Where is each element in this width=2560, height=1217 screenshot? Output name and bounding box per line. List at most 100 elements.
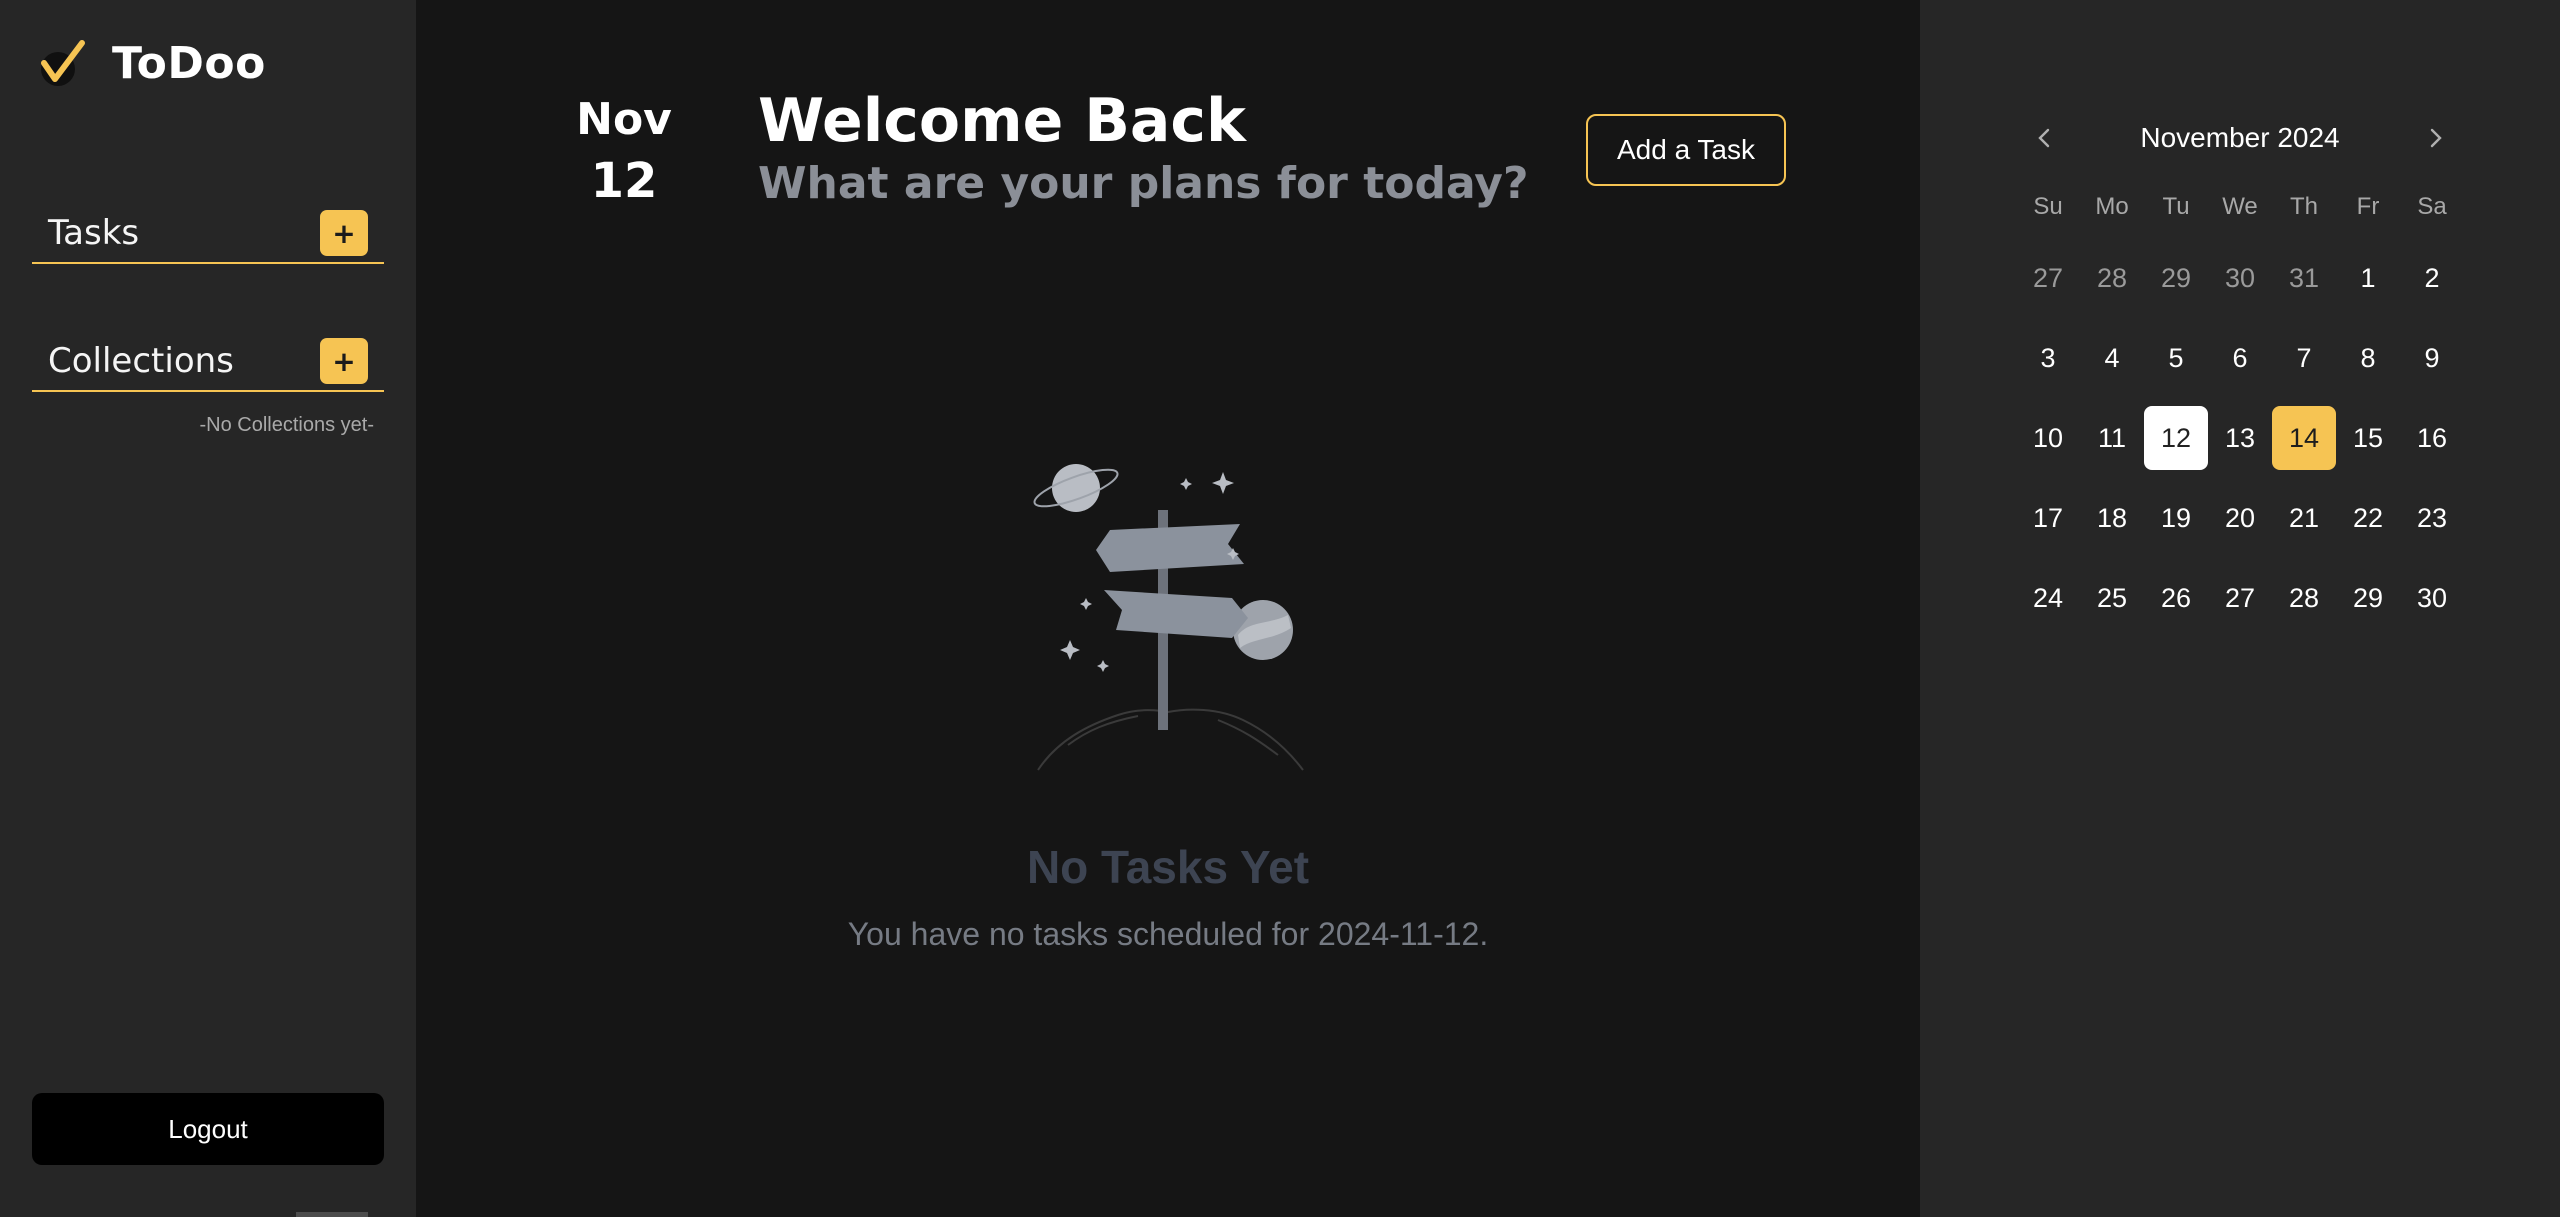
calendar-day-label: 17: [2032, 502, 2064, 533]
calendar-day-label: 10: [2032, 422, 2064, 453]
calendar-panel: November 2024 Su Mo Tu We Th Fr Sa 27 28 29 30 31 1 2…: [1920, 0, 2560, 1217]
calendar-day-label: 30: [2224, 262, 2256, 293]
calendar-day-label: 21: [2288, 502, 2320, 533]
welcome-header: Welcome Back What are your plans for tod…: [758, 86, 1529, 212]
add-collection-plus-button[interactable]: +: [320, 338, 368, 384]
calendar-day-label: 28: [2096, 262, 2128, 293]
weekday-header: We: [2222, 193, 2258, 220]
calendar-day-label: 8: [2360, 342, 2376, 373]
calendar-day[interactable]: 6: [2208, 318, 2272, 398]
calendar-day[interactable]: 30: [2400, 558, 2464, 638]
calendar-day-label: 2: [2424, 262, 2440, 293]
calendar-day[interactable]: 28: [2080, 238, 2144, 318]
welcome-title: Welcome Back: [758, 86, 1246, 156]
main-content: Nov 12 Welcome Back What are your plans …: [416, 0, 1920, 1217]
calendar-day[interactable]: 16: [2400, 398, 2464, 478]
weekday-header: Su: [2033, 193, 2063, 220]
calendar-day[interactable]: 8: [2336, 318, 2400, 398]
calendar-day[interactable]: 5: [2144, 318, 2208, 398]
calendar-day[interactable]: 29: [2144, 238, 2208, 318]
calendar-day[interactable]: 13: [2208, 398, 2272, 478]
calendar-day-label: 20: [2224, 502, 2256, 533]
calendar-day-label: 29: [2352, 582, 2384, 613]
current-date: Nov 12: [566, 90, 682, 212]
calendar-day[interactable]: 30: [2208, 238, 2272, 318]
date-month: Nov: [576, 94, 672, 145]
calendar-day-label: 19: [2160, 502, 2192, 533]
calendar-day-label: 28: [2288, 582, 2320, 613]
logout-button[interactable]: Logout: [32, 1093, 384, 1165]
calendar-day-label: 9: [2424, 342, 2440, 373]
calendar-day[interactable]: 26: [2144, 558, 2208, 638]
calendar-day-label: 18: [2096, 502, 2128, 533]
calendar-day[interactable]: 19: [2144, 478, 2208, 558]
calendar-day[interactable]: 21: [2272, 478, 2336, 558]
weekday-header: Fr: [2356, 193, 2380, 220]
calendar-day[interactable]: 27: [2016, 238, 2080, 318]
signpost-space-illustration: [1033, 464, 1304, 771]
calendar-day[interactable]: 29: [2336, 558, 2400, 638]
calendar-day[interactable]: 24: [2016, 558, 2080, 638]
calendar-day[interactable]: 1: [2336, 238, 2400, 318]
weekday-header: Tu: [2162, 193, 2190, 220]
calendar-day-today[interactable]: 12: [2144, 398, 2208, 478]
calendar-day[interactable]: 22: [2336, 478, 2400, 558]
calendar-day[interactable]: 23: [2400, 478, 2464, 558]
empty-state-title: No Tasks Yet: [1026, 841, 1310, 893]
calendar-day[interactable]: 9: [2400, 318, 2464, 398]
calendar-day-label: 5: [2168, 342, 2184, 373]
tasks-section[interactable]: Tasks +: [32, 204, 384, 264]
empty-state: No Tasks Yet You have no tasks scheduled…: [416, 440, 1920, 953]
calendar-day[interactable]: 3: [2016, 318, 2080, 398]
scrollbar-thumb[interactable]: [296, 1212, 368, 1217]
calendar-day-label: 12: [2144, 406, 2208, 470]
calendar-day-label: 16: [2416, 422, 2448, 453]
checkmark-logo-icon: [41, 39, 85, 86]
calendar-day-label: 14: [2272, 406, 2336, 470]
calendar-day[interactable]: 31: [2272, 238, 2336, 318]
calendar-day[interactable]: 15: [2336, 398, 2400, 478]
calendar-day[interactable]: 18: [2080, 478, 2144, 558]
calendar-day[interactable]: 27: [2208, 558, 2272, 638]
calendar-day[interactable]: 25: [2080, 558, 2144, 638]
calendar-day[interactable]: 7: [2272, 318, 2336, 398]
calendar-day-label: 27: [2032, 262, 2064, 293]
chevron-right-icon[interactable]: [2408, 110, 2464, 166]
calendar-day[interactable]: 28: [2272, 558, 2336, 638]
calendar: November 2024 Su Mo Tu We Th Fr Sa 27 28 29 30 31 1 2…: [2016, 100, 2464, 638]
calendar-day[interactable]: 11: [2080, 398, 2144, 478]
calendar-day-label: 1: [2360, 262, 2376, 293]
chevron-left-icon[interactable]: [2016, 110, 2072, 166]
calendar-day-label: 24: [2032, 582, 2064, 613]
calendar-day-label: 3: [2040, 342, 2056, 373]
calendar-day-label: 27: [2224, 582, 2256, 613]
weekday-header: Th: [2289, 193, 2318, 220]
calendar-month-title[interactable]: November 2024: [2140, 122, 2339, 154]
weekday-header: Mo: [2095, 193, 2129, 220]
empty-state-description: You have no tasks scheduled for 2024-11-…: [847, 916, 1489, 952]
calendar-day-label: 6: [2232, 342, 2248, 373]
tasks-label: Tasks: [48, 213, 140, 253]
calendar-day-label: 11: [2097, 422, 2127, 453]
calendar-day-label: 29: [2160, 262, 2192, 293]
calendar-day-selected[interactable]: 14: [2272, 398, 2336, 478]
collections-section[interactable]: Collections +: [32, 332, 384, 392]
welcome-subtitle: What are your plans for today?: [758, 158, 1529, 209]
weekday-header: Sa: [2417, 193, 2447, 220]
collections-label: Collections: [48, 341, 234, 381]
calendar-day[interactable]: 4: [2080, 318, 2144, 398]
date-day: 12: [590, 153, 658, 209]
calendar-day-label: 25: [2096, 582, 2128, 613]
calendar-day-label: 7: [2296, 342, 2312, 373]
calendar-day-label: 31: [2288, 262, 2320, 293]
calendar-day[interactable]: 10: [2016, 398, 2080, 478]
calendar-day[interactable]: 17: [2016, 478, 2080, 558]
calendar-day-label: 22: [2352, 502, 2384, 533]
calendar-day-label: 4: [2104, 342, 2120, 373]
calendar-day[interactable]: 20: [2208, 478, 2272, 558]
app-logo[interactable]: ToDoo: [38, 38, 266, 89]
add-task-plus-button[interactable]: +: [320, 210, 368, 256]
add-task-button[interactable]: Add a Task: [1586, 114, 1786, 186]
calendar-day[interactable]: 2: [2400, 238, 2464, 318]
calendar-day-label: 15: [2352, 422, 2384, 453]
